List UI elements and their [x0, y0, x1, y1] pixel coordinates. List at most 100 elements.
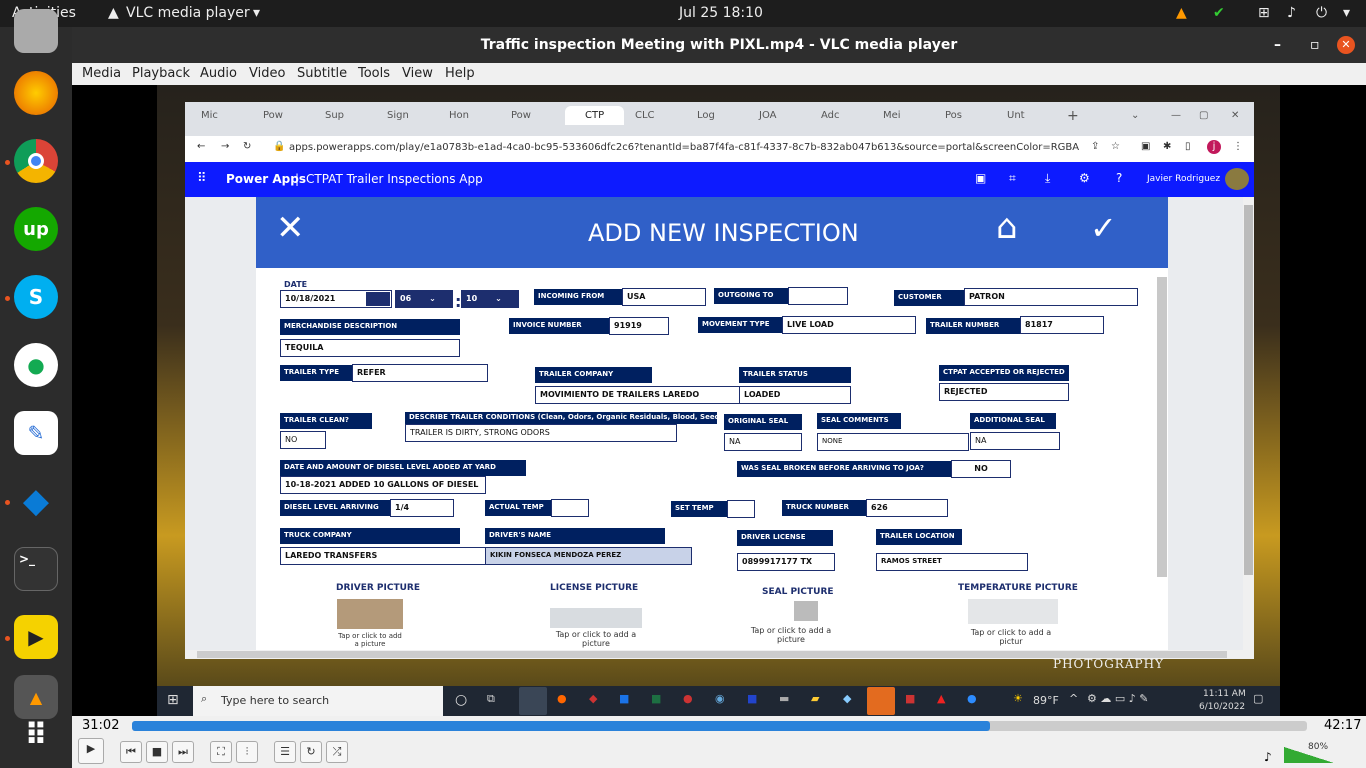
acrobat-taskbar-icon[interactable]: ▲: [937, 692, 945, 705]
trailer-location-field[interactable]: RAMOS STREET: [876, 553, 1028, 571]
settings-gear-icon[interactable]: ⚙: [1079, 171, 1090, 185]
menu-help[interactable]: Help: [445, 66, 475, 81]
show-apps-icon[interactable]: ⠿: [14, 713, 58, 757]
actual-temp-field[interactable]: [551, 499, 589, 517]
firefox-icon[interactable]: [14, 71, 58, 115]
menu-audio[interactable]: Audio: [200, 66, 237, 81]
shuffle-button[interactable]: ⤮: [326, 741, 348, 763]
firefox-taskbar-icon[interactable]: ●: [557, 692, 567, 705]
extended-settings-button[interactable]: ⫶: [236, 741, 258, 763]
close-icon[interactable]: ✕: [1231, 110, 1239, 121]
customer-field[interactable]: PATRON: [964, 288, 1138, 306]
profile-avatar[interactable]: j: [1207, 140, 1221, 154]
tab-8[interactable]: CLC: [635, 110, 655, 121]
weather-temp[interactable]: 89°F: [1033, 694, 1059, 707]
fit-screen-icon[interactable]: ⌗: [1009, 171, 1016, 186]
truck-number-field[interactable]: 626: [866, 499, 948, 517]
zoom-taskbar-icon[interactable]: ●: [967, 692, 977, 705]
menu-playback[interactable]: Playback: [132, 66, 190, 81]
vlc-tray-icon[interactable]: ▲: [1176, 5, 1187, 21]
license-picture[interactable]: [550, 608, 642, 628]
app-taskbar-icon[interactable]: ●: [683, 692, 693, 705]
tab-2[interactable]: Pow: [263, 110, 283, 121]
fullscreen-button[interactable]: ⛶: [210, 741, 232, 763]
tab-10[interactable]: JOA: [759, 110, 777, 121]
seek-bar[interactable]: [132, 721, 1307, 731]
close-form-icon[interactable]: ✕: [276, 211, 305, 245]
avatar[interactable]: [1225, 168, 1249, 190]
teams-icon[interactable]: ▣: [975, 171, 986, 185]
files-icon[interactable]: [14, 9, 58, 53]
seal-comments-field[interactable]: NONE: [817, 433, 969, 451]
volume-icon[interactable]: ♪: [1264, 750, 1272, 764]
minimize-icon[interactable]: —: [1171, 110, 1181, 121]
app-taskbar-icon[interactable]: ◉: [715, 692, 725, 705]
maximize-icon[interactable]: ▢: [1199, 110, 1208, 121]
set-temp-field[interactable]: [727, 500, 755, 518]
tray-icons[interactable]: ⚙ ☁ ▭ ♪ ✎: [1087, 692, 1148, 705]
terminal-taskbar-icon[interactable]: ▬: [779, 692, 789, 705]
notification-icon[interactable]: ▢: [1253, 692, 1263, 705]
maximize-icon[interactable]: ▫: [1310, 27, 1320, 63]
reload-icon[interactable]: ↻: [243, 141, 251, 152]
calendar-icon[interactable]: [366, 292, 390, 306]
network-icon[interactable]: ⊞: [1258, 5, 1270, 21]
excel-taskbar-icon[interactable]: ■: [651, 692, 661, 705]
teams-taskbar-icon[interactable]: [867, 687, 895, 715]
chevron-down-icon[interactable]: ⌄: [1131, 110, 1139, 121]
driver-picture[interactable]: [337, 599, 403, 629]
weather-icon[interactable]: ☀: [1013, 692, 1023, 705]
playlist-button[interactable]: ☰: [274, 741, 296, 763]
menu-video[interactable]: Video: [249, 66, 285, 81]
tab-14[interactable]: Unt: [1007, 110, 1025, 121]
kebab-menu-icon[interactable]: ⋮: [1233, 141, 1243, 152]
horizontal-scrollbar[interactable]: [185, 650, 1243, 659]
original-seal-field[interactable]: NA: [724, 433, 802, 451]
home-icon[interactable]: ⌂: [996, 207, 1018, 247]
chevron-down-icon[interactable]: ▾: [253, 5, 260, 21]
menu-media[interactable]: Media: [82, 66, 121, 81]
loop-button[interactable]: ↻: [300, 741, 322, 763]
merch-field[interactable]: TEQUILA: [280, 339, 460, 357]
power-icon[interactable]: ⏻: [1316, 5, 1327, 21]
taskbar-search-input[interactable]: ⌕ Type here to search: [193, 686, 443, 716]
menu-tools[interactable]: Tools: [358, 66, 390, 81]
form-scrollbar[interactable]: [1157, 277, 1167, 577]
new-tab-icon[interactable]: +: [1067, 108, 1079, 124]
mongodb-icon[interactable]: ●: [14, 343, 58, 387]
app-taskbar-icon[interactable]: ■: [905, 692, 915, 705]
tab-9[interactable]: Log: [697, 110, 715, 121]
cortana-icon[interactable]: ○: [455, 692, 467, 708]
additional-seal-field[interactable]: NA: [970, 432, 1060, 450]
ctpat-field[interactable]: REJECTED: [939, 383, 1069, 401]
taskbar-date[interactable]: 6/10/2022: [1199, 702, 1245, 712]
tab-5[interactable]: Hon: [449, 110, 469, 121]
outgoing-to-field[interactable]: [788, 287, 848, 305]
chevron-down-icon[interactable]: ▾: [1343, 5, 1350, 21]
minimize-icon[interactable]: –: [1274, 27, 1281, 63]
app-taskbar-icon[interactable]: ◆: [589, 692, 597, 705]
upwork-icon[interactable]: up: [14, 207, 58, 251]
tab-active[interactable]: CTP: [565, 106, 625, 125]
incoming-from-field[interactable]: USA: [622, 288, 706, 306]
app-taskbar-icon[interactable]: ■: [747, 692, 757, 705]
trailer-type-field[interactable]: REFER: [352, 364, 488, 382]
submit-check-icon[interactable]: ✓: [1090, 209, 1117, 247]
invoice-field[interactable]: 91919: [609, 317, 669, 335]
volume-slider[interactable]: [1284, 747, 1334, 763]
windows-start-icon[interactable]: ⊞: [167, 692, 179, 708]
app-launcher-icon[interactable]: ⠿: [197, 171, 207, 186]
chrome-taskbar-icon[interactable]: [519, 687, 547, 715]
tab-4[interactable]: Sign: [387, 110, 409, 121]
tab-1[interactable]: Mic: [201, 110, 218, 121]
url-field[interactable]: apps.powerapps.com/play/e1a0783b-e1ad-4c…: [289, 142, 1079, 153]
seal-picture[interactable]: [794, 601, 818, 621]
star-icon[interactable]: ☆: [1111, 141, 1120, 152]
volume-icon[interactable]: ♪: [1287, 5, 1296, 21]
chevron-up-icon[interactable]: ^: [1069, 692, 1078, 705]
menu-view[interactable]: View: [402, 66, 433, 81]
truck-company-field[interactable]: LAREDO TRANSFERS: [280, 547, 486, 565]
share-icon[interactable]: ⇪: [1091, 141, 1099, 152]
skype-icon[interactable]: S: [14, 275, 58, 319]
clock[interactable]: Jul 25 18:10: [679, 5, 763, 21]
